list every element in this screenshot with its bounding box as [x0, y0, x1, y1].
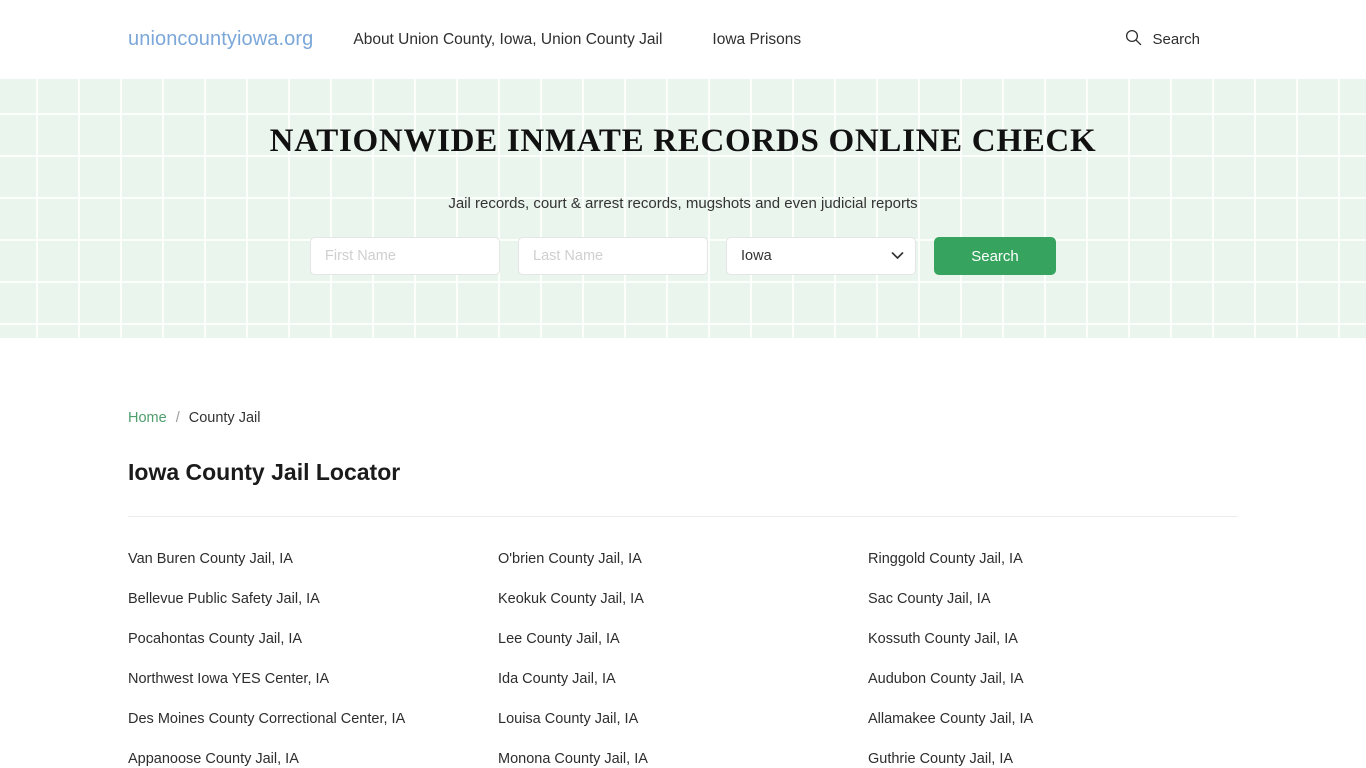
- nav-item-about-union-county[interactable]: About Union County, Iowa, Union County J…: [353, 31, 662, 49]
- search-icon: [1125, 29, 1142, 51]
- hero-title: NATIONWIDE INMATE RECORDS ONLINE CHECK: [269, 123, 1097, 159]
- state-select[interactable]: Iowa: [726, 237, 916, 275]
- jail-column-1: Van Buren County Jail, IA Bellevue Publi…: [128, 539, 498, 768]
- state-select-wrapper: Iowa: [726, 237, 916, 275]
- list-item[interactable]: Ringgold County Jail, IA: [868, 539, 1238, 579]
- list-item[interactable]: Allamakee County Jail, IA: [868, 699, 1238, 739]
- jail-column-3: Ringgold County Jail, IA Sac County Jail…: [868, 539, 1238, 768]
- nav-item-iowa-prisons[interactable]: Iowa Prisons: [712, 31, 801, 49]
- list-item[interactable]: Louisa County Jail, IA: [498, 699, 868, 739]
- list-item[interactable]: Appanoose County Jail, IA: [128, 739, 498, 768]
- list-item[interactable]: Sac County Jail, IA: [868, 579, 1238, 619]
- header-search-toggle[interactable]: Search: [1125, 29, 1200, 51]
- main-navigation: About Union County, Iowa, Union County J…: [353, 31, 801, 49]
- breadcrumb-separator: /: [175, 410, 180, 426]
- inmate-search-form: Iowa Search: [310, 237, 1056, 275]
- list-item[interactable]: Northwest Iowa YES Center, IA: [128, 659, 498, 699]
- search-submit-button[interactable]: Search: [934, 237, 1056, 275]
- jail-locator-list: Van Buren County Jail, IA Bellevue Publi…: [128, 539, 1238, 768]
- breadcrumb: Home / County Jail: [128, 410, 1238, 426]
- site-header: unioncountyiowa.org About Union County, …: [0, 0, 1366, 79]
- list-item[interactable]: Des Moines County Correctional Center, I…: [128, 699, 498, 739]
- breadcrumb-home-link[interactable]: Home: [128, 410, 167, 426]
- breadcrumb-current: County Jail: [188, 410, 261, 426]
- list-item[interactable]: Bellevue Public Safety Jail, IA: [128, 579, 498, 619]
- main-content: Home / County Jail Iowa County Jail Loca…: [128, 338, 1238, 768]
- jail-column-2: O'brien County Jail, IA Keokuk County Ja…: [498, 539, 868, 768]
- list-item[interactable]: Pocahontas County Jail, IA: [128, 619, 498, 659]
- list-item[interactable]: Monona County Jail, IA: [498, 739, 868, 768]
- list-item[interactable]: Van Buren County Jail, IA: [128, 539, 498, 579]
- list-item[interactable]: Kossuth County Jail, IA: [868, 619, 1238, 659]
- title-divider: [128, 516, 1238, 517]
- hero-subtitle: Jail records, court & arrest records, mu…: [448, 195, 918, 212]
- hero-section: NATIONWIDE INMATE RECORDS ONLINE CHECK J…: [0, 79, 1366, 338]
- first-name-input[interactable]: [310, 237, 500, 275]
- list-item[interactable]: Keokuk County Jail, IA: [498, 579, 868, 619]
- page-title: Iowa County Jail Locator: [128, 459, 401, 485]
- last-name-input[interactable]: [518, 237, 708, 275]
- list-item[interactable]: Audubon County Jail, IA: [868, 659, 1238, 699]
- list-item[interactable]: O'brien County Jail, IA: [498, 539, 868, 579]
- site-logo[interactable]: unioncountyiowa.org: [128, 28, 313, 51]
- list-item[interactable]: Guthrie County Jail, IA: [868, 739, 1238, 768]
- header-search-label: Search: [1152, 31, 1200, 48]
- list-item[interactable]: Ida County Jail, IA: [498, 659, 868, 699]
- list-item[interactable]: Lee County Jail, IA: [498, 619, 868, 659]
